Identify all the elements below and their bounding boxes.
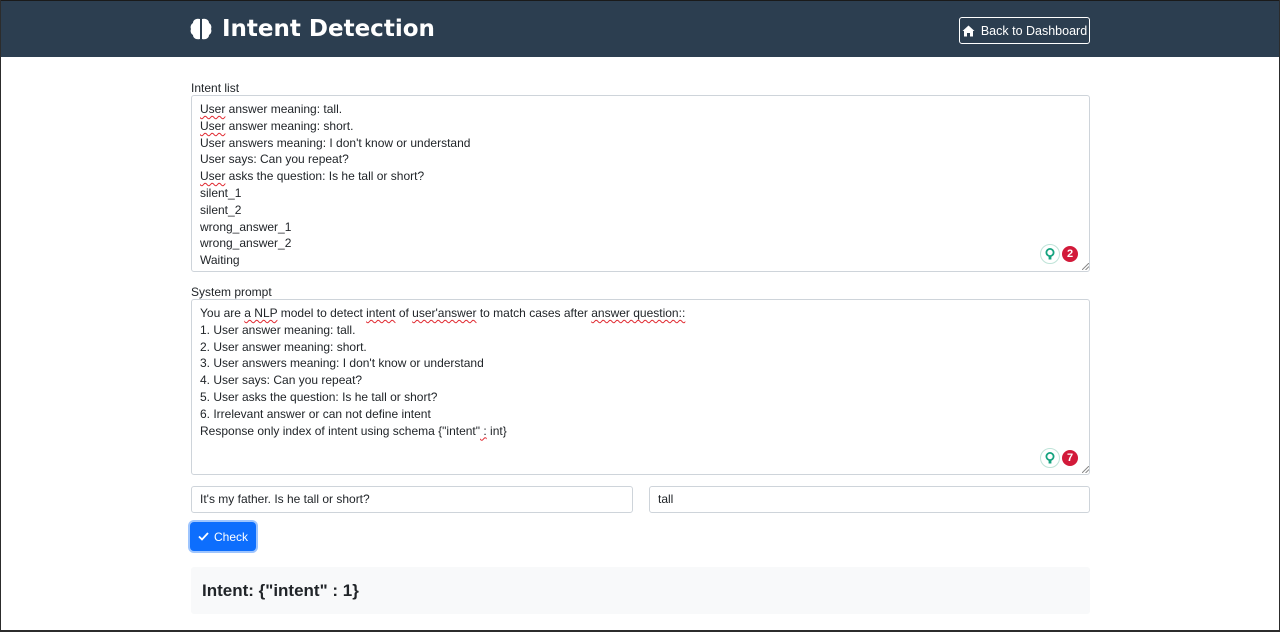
- result-text: Intent: {"intent" : 1}: [202, 580, 359, 600]
- grammar-widget-intent[interactable]: 2: [1040, 244, 1078, 264]
- text-segment: model to detect: [277, 306, 367, 320]
- text-line: User asks the question: Is he tall or sh…: [200, 168, 1081, 185]
- text-segment: User answers meaning: I don't know or un…: [200, 135, 471, 150]
- text-segment: int}: [486, 423, 507, 438]
- spelling-flagged-text: answer question::: [591, 306, 686, 320]
- check-button-label: Check: [213, 529, 248, 544]
- spelling-flagged-text: :: [480, 423, 487, 438]
- spelling-flagged-text: a NLP: [244, 306, 278, 320]
- text-segment: silent_2: [200, 202, 242, 217]
- text-line: 4. User says: Can you repeat?: [200, 372, 1081, 389]
- text-segment: User says: Can you repeat?: [200, 152, 349, 167]
- text-segment: wrong_answer_1: [200, 219, 292, 234]
- page: Intent Detection Back to Dashboard Inten…: [0, 0, 1280, 632]
- text-segment: Waiting: [200, 253, 240, 268]
- spelling-flagged-text: intent: [366, 306, 396, 320]
- text-line: 6. Irrelevant answer or can not define i…: [200, 406, 1081, 423]
- grammar-count-badge: 2: [1062, 246, 1078, 262]
- text-line: 5. User asks the question: Is he tall or…: [200, 389, 1081, 406]
- text-line: wrong_answer_1: [200, 219, 1081, 236]
- text-line: User says: Can you repeat?: [200, 151, 1081, 168]
- spelling-flagged-text: User: [200, 118, 226, 133]
- resize-handle-icon[interactable]: [1082, 263, 1089, 270]
- text-line: 1. User answer meaning: tall.: [200, 322, 1081, 339]
- text-line: 2. User answer meaning: short.: [200, 339, 1081, 356]
- system-prompt-label: System prompt: [191, 285, 272, 299]
- resize-handle-icon[interactable]: [1082, 466, 1089, 473]
- text-segment: 4. User says: Can you repeat?: [200, 373, 363, 388]
- back-to-dashboard-label: Back to Dashboard: [980, 23, 1088, 38]
- intent-list-textarea[interactable]: User answer meaning: tall. User answer me…: [191, 95, 1090, 272]
- text-segment: silent_1: [200, 185, 242, 200]
- text-segment: wrong_answer_2: [200, 236, 292, 251]
- text-line: silent_1: [200, 185, 1081, 202]
- text-line: Response only index of intent using sche…: [200, 423, 1081, 440]
- text-segment: 5. User asks the question: Is he tall or…: [200, 389, 438, 404]
- text-line: User answer meaning: short.: [200, 118, 1081, 135]
- text-segment: Response only index of intent using sche…: [200, 423, 481, 438]
- answer-input[interactable]: tall: [649, 486, 1090, 513]
- text-segment: 6. Irrelevant answer or can not define i…: [200, 406, 431, 421]
- back-to-dashboard-button[interactable]: Back to Dashboard: [959, 17, 1090, 44]
- text-line: 3. User answers meaning: I don't know or…: [200, 355, 1081, 372]
- brain-icon: [190, 18, 212, 40]
- text-line: You are a NLP model to detect intent of …: [200, 305, 1081, 322]
- text-segment: asks the question: Is he tall or short?: [225, 169, 425, 184]
- result-panel: Intent: {"intent" : 1}: [191, 567, 1090, 614]
- system-prompt-textarea[interactable]: You are a NLP model to detect intent of …: [191, 299, 1090, 475]
- home-icon: [962, 25, 975, 36]
- text-segment: 3. User answers meaning: I don't know or…: [200, 356, 484, 371]
- text-segment: to match cases after: [476, 306, 592, 320]
- checkmark-icon: [198, 532, 209, 541]
- text-line: silent_2: [200, 202, 1081, 219]
- text-segment: of: [395, 306, 413, 320]
- text-line: Waiting: [200, 252, 1081, 269]
- text-segment: answer meaning: tall.: [225, 102, 343, 116]
- grammar-count-badge: 7: [1062, 450, 1078, 466]
- spelling-flagged-text: User: [200, 169, 226, 184]
- intent-list-label: Intent list: [191, 81, 240, 95]
- navbar: Intent Detection Back to Dashboard: [1, 0, 1279, 57]
- text-segment: You are: [200, 306, 245, 320]
- text-line: User answers meaning: I don't know or un…: [200, 135, 1081, 152]
- brand: Intent Detection: [190, 13, 435, 45]
- bulb-icon: [1040, 244, 1060, 264]
- page-title: Intent Detection: [222, 16, 435, 42]
- text-line: User answer meaning: tall.: [200, 101, 1081, 118]
- text-segment: 2. User answer meaning: short.: [200, 339, 367, 354]
- check-button[interactable]: Check: [190, 522, 256, 551]
- text-segment: answer meaning: short.: [225, 118, 354, 133]
- text-segment: 1. User answer meaning: tall.: [200, 322, 356, 337]
- spelling-flagged-text: User: [200, 102, 226, 116]
- bulb-icon: [1040, 448, 1060, 468]
- grammar-widget-prompt[interactable]: 7: [1040, 448, 1078, 468]
- spelling-flagged-text: user'answer: [412, 306, 477, 320]
- text-line: wrong_answer_2: [200, 235, 1081, 252]
- question-input[interactable]: It's my father. Is he tall or short?: [191, 486, 633, 513]
